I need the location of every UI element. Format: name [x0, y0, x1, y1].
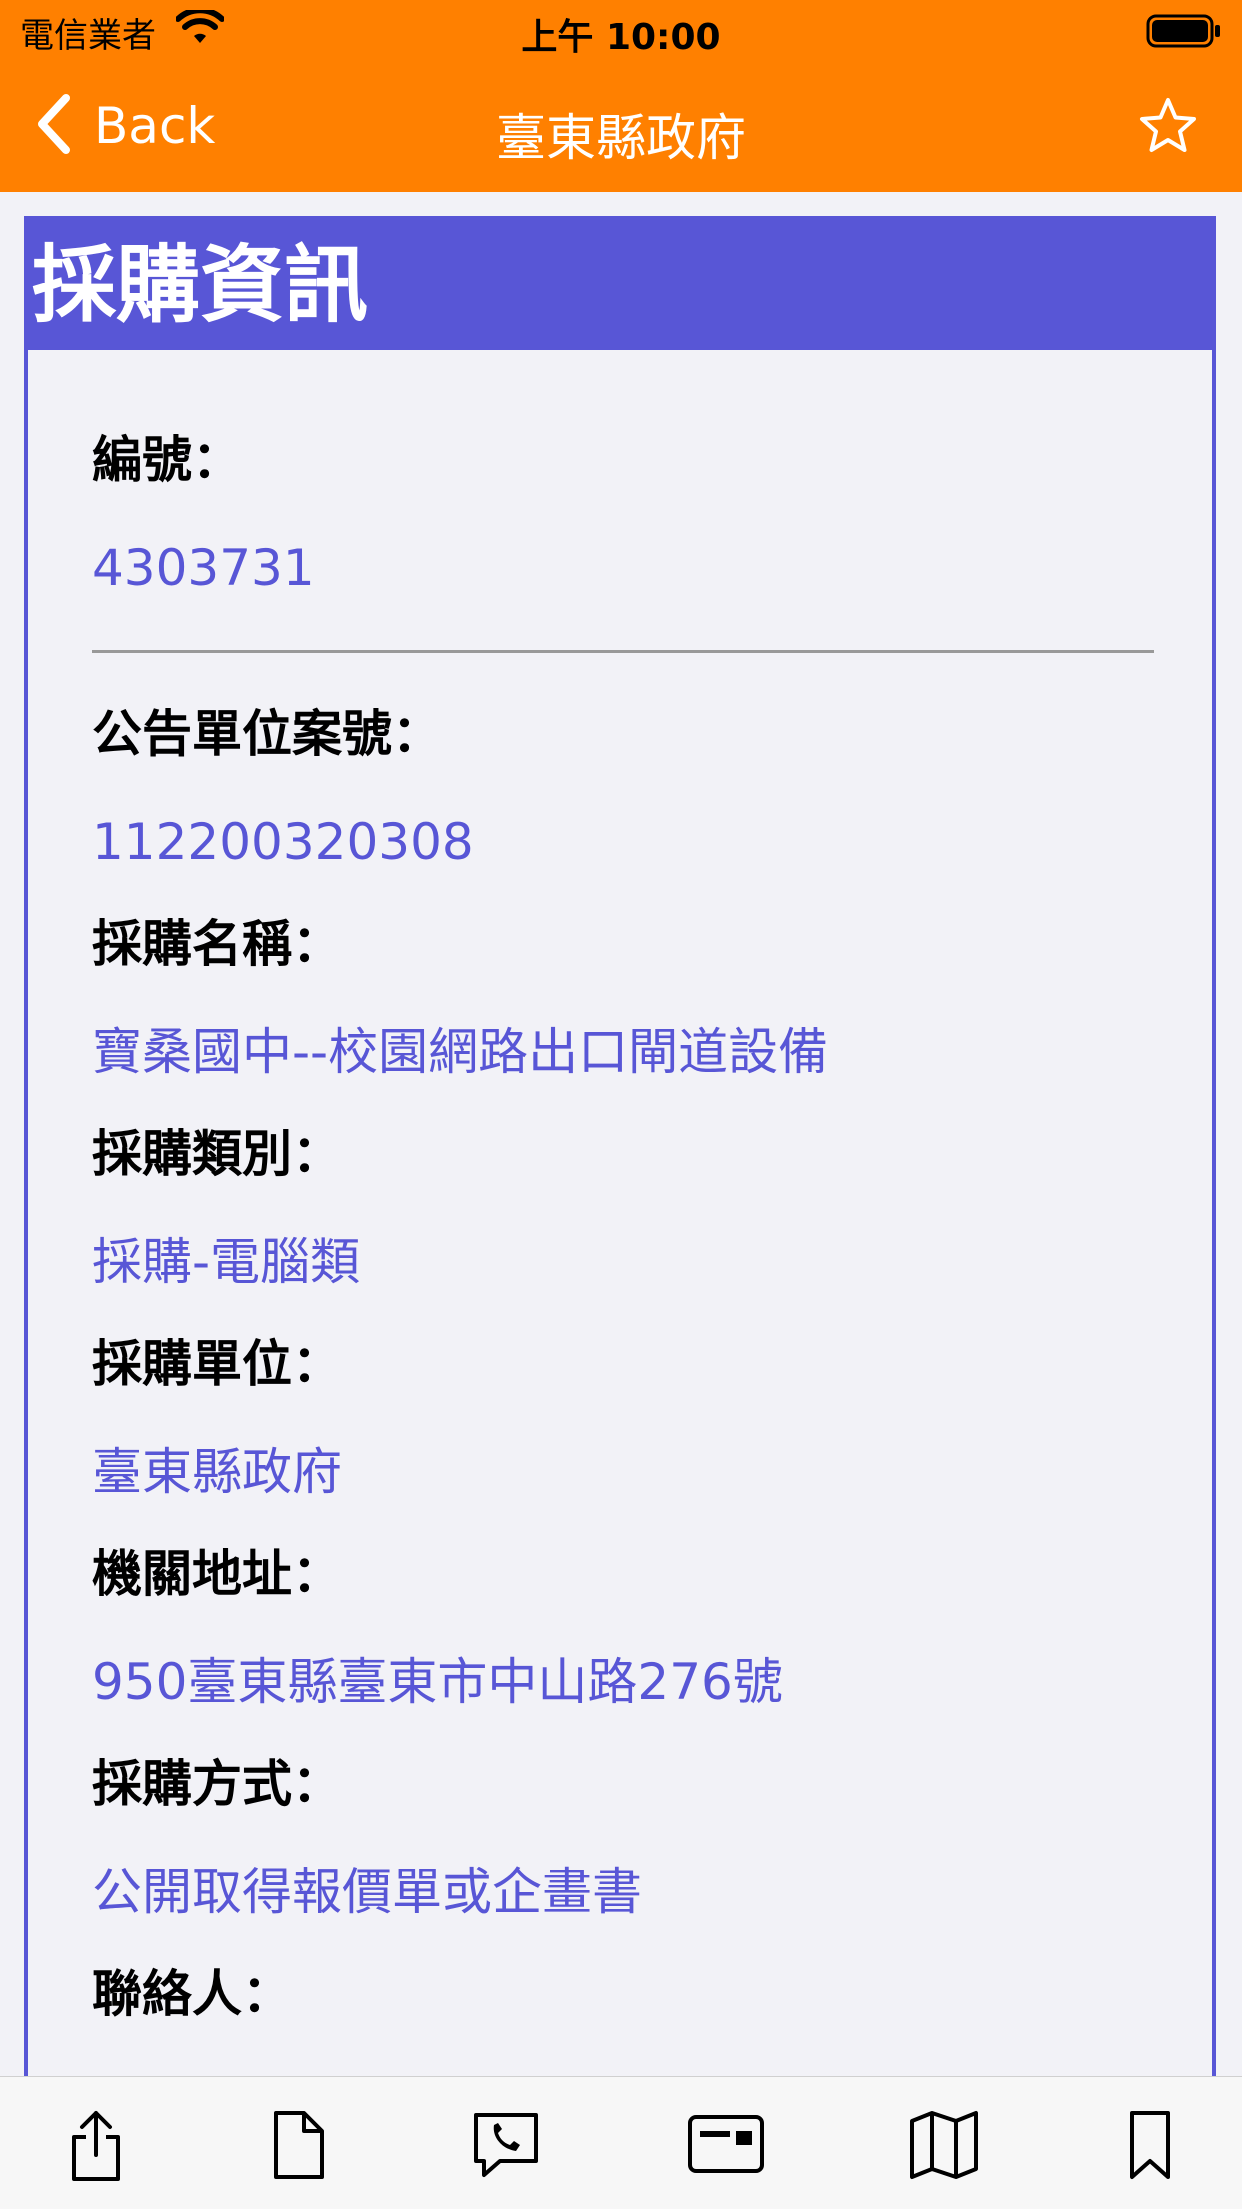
- field-value-address: 950臺東縣臺東市中山路276號: [92, 1653, 783, 1711]
- status-bar: 電信業者 上午 10:00: [0, 0, 1242, 62]
- status-time: 上午 10:00: [521, 17, 721, 58]
- battery-icon: [1146, 14, 1222, 52]
- bottom-toolbar: [0, 2076, 1242, 2209]
- navigation-bar: Back 臺東縣政府: [0, 62, 1242, 192]
- field-label-contact: 聯絡人：: [92, 1965, 292, 2023]
- phone-icon[interactable]: [468, 2107, 544, 2187]
- field-label-address: 機關地址：: [92, 1545, 342, 1603]
- card-icon[interactable]: [686, 2107, 766, 2187]
- share-icon[interactable]: [66, 2107, 126, 2187]
- back-label: Back: [94, 97, 216, 155]
- favorite-button[interactable]: [1138, 96, 1198, 160]
- field-value-category: 採購-電腦類: [92, 1233, 361, 1291]
- document-icon[interactable]: [268, 2107, 328, 2187]
- field-value-method: 公開取得報價單或企畫書: [92, 1863, 642, 1921]
- field-label-category: 採購類別：: [92, 1125, 342, 1183]
- field-label-number: 編號：: [92, 431, 242, 489]
- chevron-left-icon: [36, 94, 72, 158]
- card-header: 採購資訊: [28, 220, 1212, 350]
- map-icon[interactable]: [906, 2107, 982, 2187]
- star-icon: [1138, 98, 1198, 160]
- field-value-procurement-name: 寶桑國中--校園網路出口閘道設備: [92, 1023, 829, 1081]
- field-label-method: 採購方式：: [92, 1755, 342, 1813]
- field-value-number: 4303731: [92, 539, 315, 597]
- field-value-case-number: 112200320308: [92, 813, 474, 871]
- field-label-unit: 採購單位：: [92, 1335, 342, 1393]
- field-label-case-number: 公告單位案號：: [92, 705, 442, 763]
- procurement-card: 採購資訊 編號： 4303731 公告單位案號： 112200320308 採購…: [24, 216, 1216, 2076]
- field-value-unit: 臺東縣政府: [92, 1443, 342, 1501]
- bookmark-icon[interactable]: [1120, 2107, 1180, 2187]
- divider: [92, 650, 1154, 653]
- field-label-procurement-name: 採購名稱：: [92, 915, 342, 973]
- back-button[interactable]: Back: [36, 94, 216, 158]
